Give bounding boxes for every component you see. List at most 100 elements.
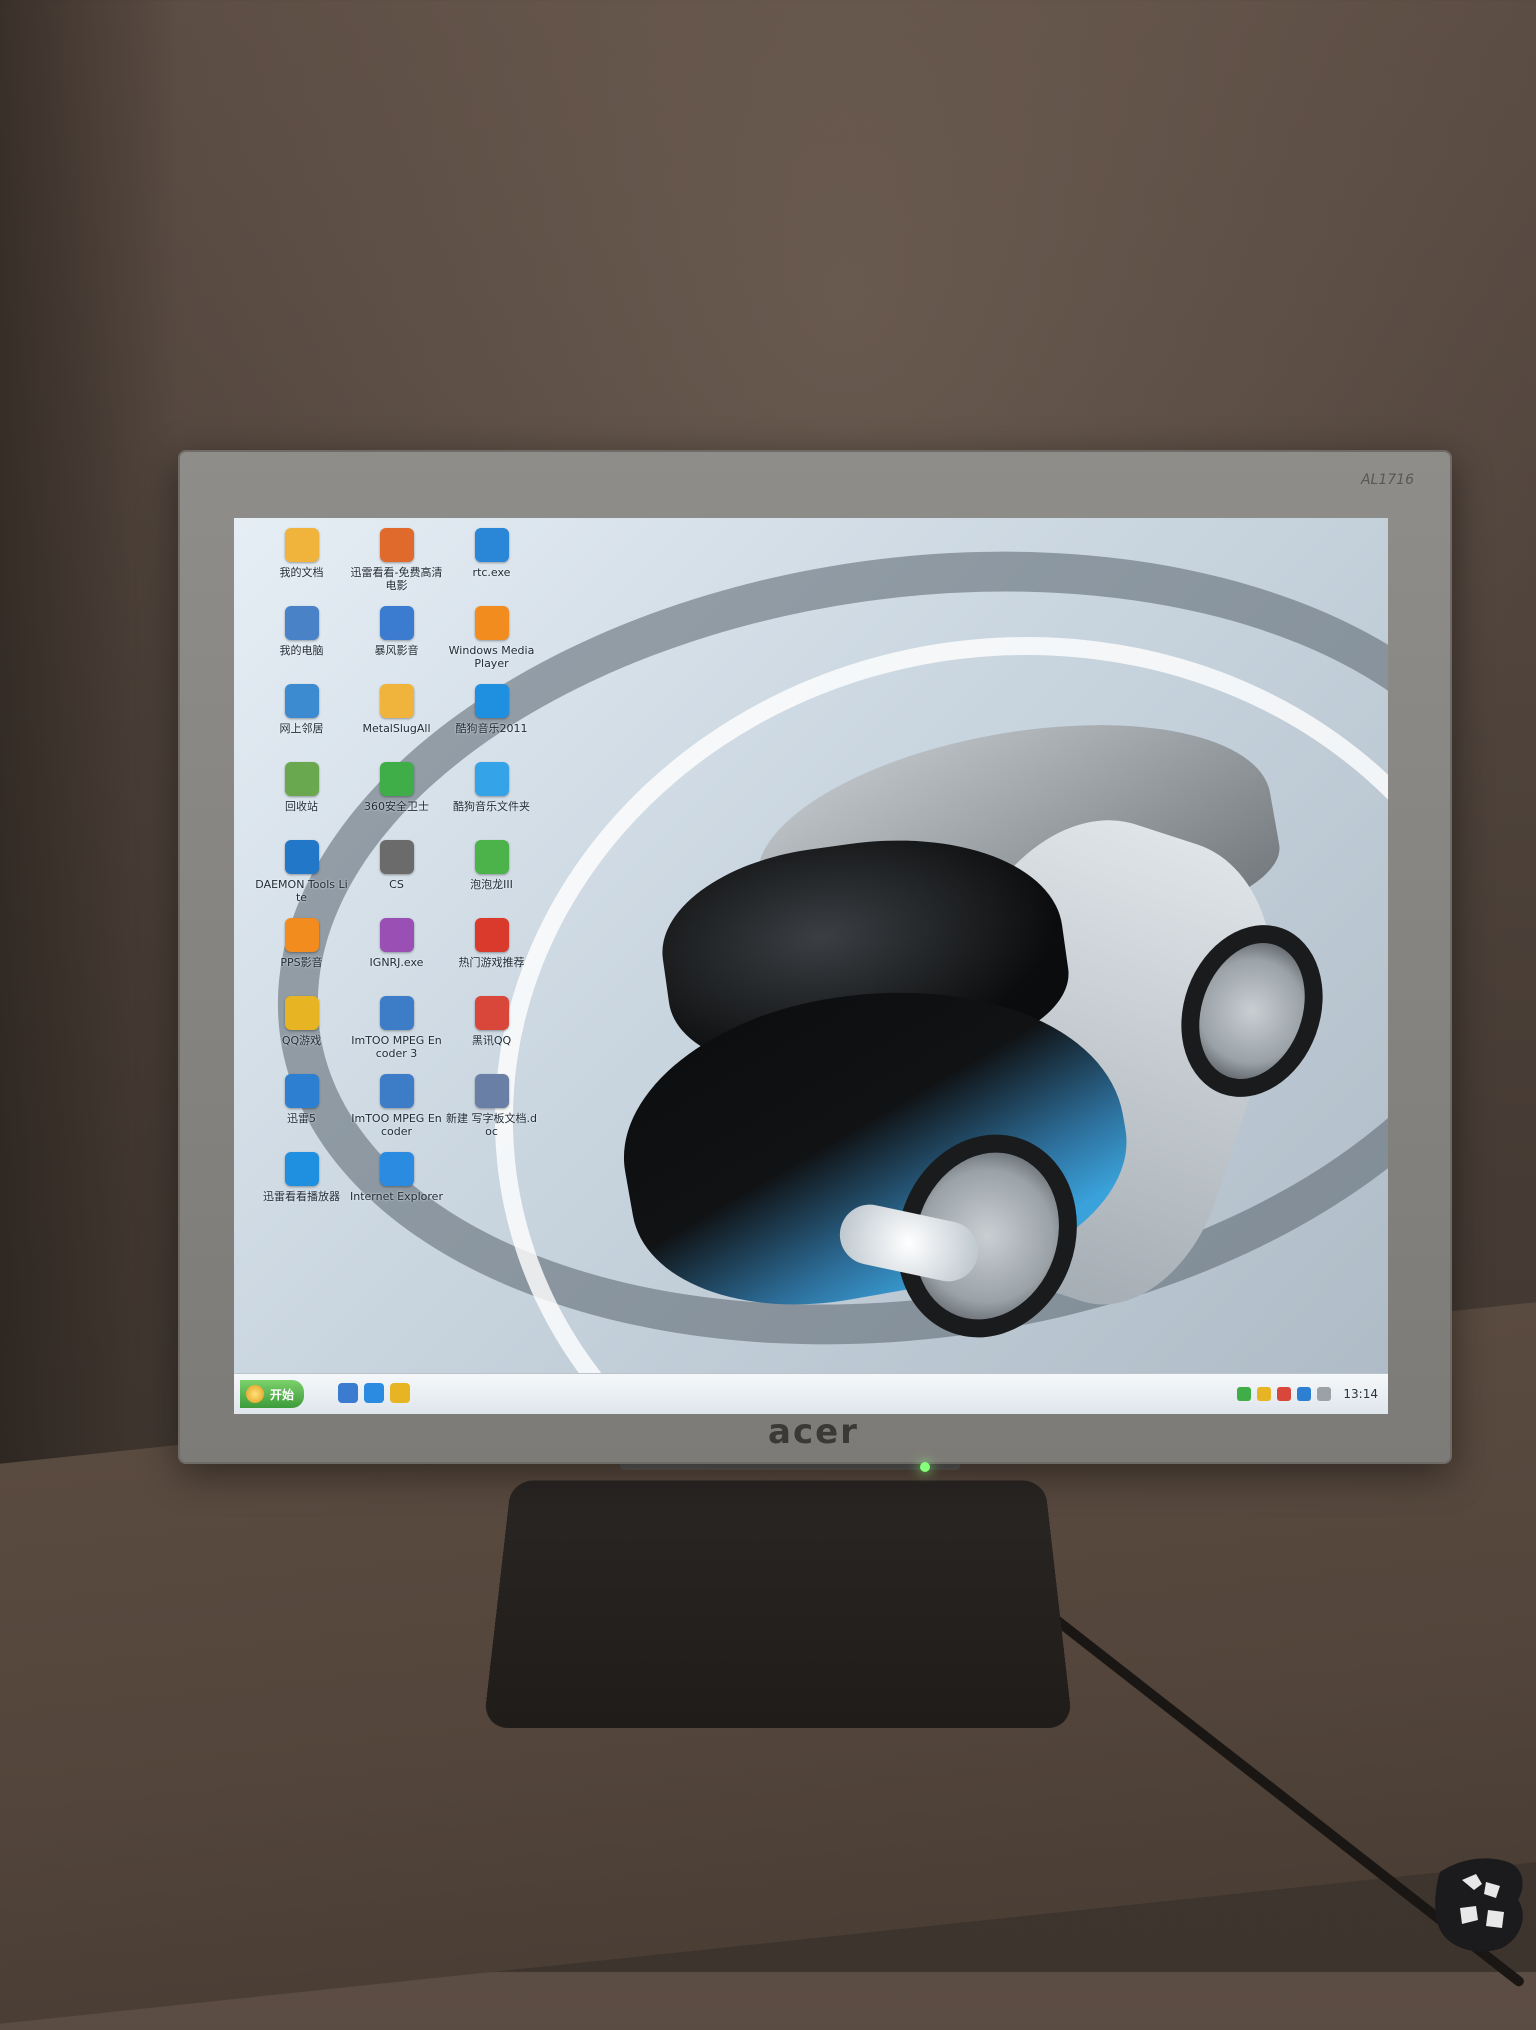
- tray-360-icon[interactable]: [1237, 1387, 1252, 1401]
- desktop-icon-label: IGNRJ.exe: [369, 956, 424, 969]
- desktop-icon-label: 热门游戏推荐: [458, 956, 525, 969]
- game-icon: [379, 840, 414, 874]
- wall-shadow: [0, 0, 180, 1700]
- desktop-icon-label: 暴风影音: [374, 644, 419, 657]
- desktop-icon[interactable]: ImTOO MPEG Encoder: [349, 1074, 444, 1138]
- start-button[interactable]: 开始: [240, 1380, 305, 1408]
- desktop-icon[interactable]: ImTOO MPEG Encoder 3: [349, 996, 444, 1060]
- power-led: [920, 1462, 930, 1472]
- desktop-icon[interactable]: 新建 写字板文档.doc: [444, 1074, 539, 1138]
- desktop-icon-label: 新建 写字板文档.doc: [446, 1112, 537, 1138]
- desktop-icon-label: PPS影音: [280, 956, 323, 969]
- desktop-icon-label: rtc.exe: [472, 566, 511, 579]
- folder-icon: [474, 762, 509, 796]
- desktop-icon-label: Windows Media Player: [448, 644, 535, 670]
- desktop-icon[interactable]: rtc.exe: [444, 528, 539, 579]
- desktop-icon[interactable]: 酷狗音乐2011: [444, 684, 539, 735]
- desktop-icon[interactable]: 360安全卫士: [349, 762, 444, 813]
- desktop-icon[interactable]: 我的文档: [254, 528, 349, 579]
- thunder-player-icon: [284, 1152, 319, 1186]
- start-label: 开始: [270, 1387, 295, 1402]
- desktop-icon[interactable]: MetalSlugAll: [349, 684, 444, 735]
- ie-icon: [379, 1152, 414, 1186]
- desktop-icon[interactable]: 我的电脑: [254, 606, 349, 657]
- desktop-icon[interactable]: 网上邻居: [254, 684, 349, 735]
- desktop-icon-label: ImTOO MPEG Encoder 3: [351, 1034, 442, 1060]
- qq-icon: [474, 996, 509, 1030]
- mushroom-icon: [474, 918, 509, 952]
- media-player-icon: [379, 606, 414, 640]
- desktop-icon-label: 我的文档: [279, 566, 324, 579]
- desktop-icon[interactable]: Windows Media Player: [444, 606, 539, 670]
- desktop-icon[interactable]: IGNRJ.exe: [349, 918, 444, 969]
- tray-app-icon[interactable]: [1277, 1387, 1292, 1401]
- recycle-bin-icon: [284, 762, 319, 796]
- desktop-icon[interactable]: 迅雷看看播放器: [254, 1152, 349, 1203]
- desktop-icon-label: 网上邻居: [279, 722, 324, 735]
- desktop-icon-label: DAEMON Tools Lite: [255, 878, 348, 904]
- app-icon: [379, 918, 414, 952]
- desktop-icon-label: 迅雷看看播放器: [263, 1190, 340, 1203]
- desktop-icon[interactable]: Internet Explorer: [349, 1152, 444, 1203]
- monitor-model-label: AL1716: [1360, 472, 1414, 488]
- desktop-icon-label: 酷狗音乐2011: [455, 722, 528, 735]
- desktop-icon-label: CS: [389, 878, 404, 891]
- desktop-icon-label: 酷狗音乐文件夹: [453, 800, 530, 813]
- bubble-game-icon: [474, 840, 509, 874]
- folder-icon: [379, 684, 414, 718]
- tray-volume-icon[interactable]: [1317, 1387, 1332, 1401]
- room-scene: AL1716 acer 我的文档 迅雷看看-免费高清电影 rtc.exe 我的电脑 暴风…: [0, 0, 1536, 2030]
- watermark-seal: [1435, 1858, 1523, 1952]
- desktop-icon[interactable]: CS: [349, 840, 444, 891]
- desktop-icon-label: 迅雷看看-免费高清电影: [350, 566, 443, 592]
- windows-logo-icon: [246, 1385, 264, 1403]
- desktop-icon[interactable]: 泡泡龙III: [444, 840, 539, 891]
- desktop-icon[interactable]: QQ游戏: [254, 996, 349, 1047]
- folder-icon: [284, 528, 319, 562]
- desktop-icon[interactable]: 酷狗音乐文件夹: [444, 762, 539, 813]
- wmp-icon: [474, 606, 509, 640]
- ie-quicklaunch-icon[interactable]: [364, 1383, 384, 1403]
- desktop-icon-label: ImTOO MPEG Encoder: [351, 1112, 442, 1138]
- desktop-icon-label: 迅雷5: [287, 1112, 316, 1125]
- desktop-icon[interactable]: 热门游戏推荐: [444, 918, 539, 969]
- desktop-icon-label: 泡泡龙III: [470, 878, 513, 891]
- desktop-icon[interactable]: 暴风影音: [349, 606, 444, 657]
- desktop-icon[interactable]: 黑讯QQ: [444, 996, 539, 1047]
- pps-icon: [284, 918, 319, 952]
- desktop-screen: 我的文档 迅雷看看-免费高清电影 rtc.exe 我的电脑 暴风影音 Windows Me…: [234, 518, 1388, 1414]
- desktop-icon-label: Internet Explorer: [350, 1190, 443, 1203]
- tray-network-icon[interactable]: [1297, 1387, 1312, 1401]
- desktop-icon[interactable]: 迅雷5: [254, 1074, 349, 1125]
- desktop-icon[interactable]: DAEMON Tools Lite: [254, 840, 349, 904]
- daemon-icon: [284, 840, 319, 874]
- show-desktop-icon[interactable]: [338, 1383, 358, 1403]
- desktop-icon[interactable]: 迅雷看看-免费高清电影: [349, 528, 444, 592]
- app-icon: [474, 528, 509, 562]
- monitor-stand-base: [483, 1480, 1073, 1729]
- desktop-icon-label: 我的电脑: [279, 644, 324, 657]
- desktop-icon-label: 黑讯QQ: [471, 1034, 512, 1047]
- computer-icon: [284, 606, 319, 640]
- shield-icon: [379, 762, 414, 796]
- desktop-icon[interactable]: 回收站: [254, 762, 349, 813]
- system-tray: 13:14: [1237, 1382, 1378, 1406]
- desktop-icon-label: QQ游戏: [281, 1034, 322, 1047]
- desktop-icon-label: 360安全卫士: [364, 800, 429, 813]
- encoder-icon: [379, 996, 414, 1030]
- taskbar-clock: 13:14: [1343, 1387, 1378, 1401]
- monitor-brand-logo: acer: [768, 1412, 859, 1452]
- desktop-icon[interactable]: PPS影音: [254, 918, 349, 969]
- qq-game-icon: [284, 996, 319, 1030]
- encoder-icon: [379, 1074, 414, 1108]
- video-app-icon: [379, 528, 414, 562]
- network-icon: [284, 684, 319, 718]
- thunder-icon: [284, 1074, 319, 1108]
- tray-qq-icon[interactable]: [1257, 1387, 1272, 1401]
- wallpaper-car: [504, 663, 1346, 1363]
- qq-quicklaunch-icon[interactable]: [390, 1383, 410, 1403]
- quick-launch: [338, 1383, 410, 1403]
- kugou-icon: [474, 684, 509, 718]
- taskbar: 开始 13:14: [234, 1373, 1388, 1414]
- document-icon: [474, 1074, 509, 1108]
